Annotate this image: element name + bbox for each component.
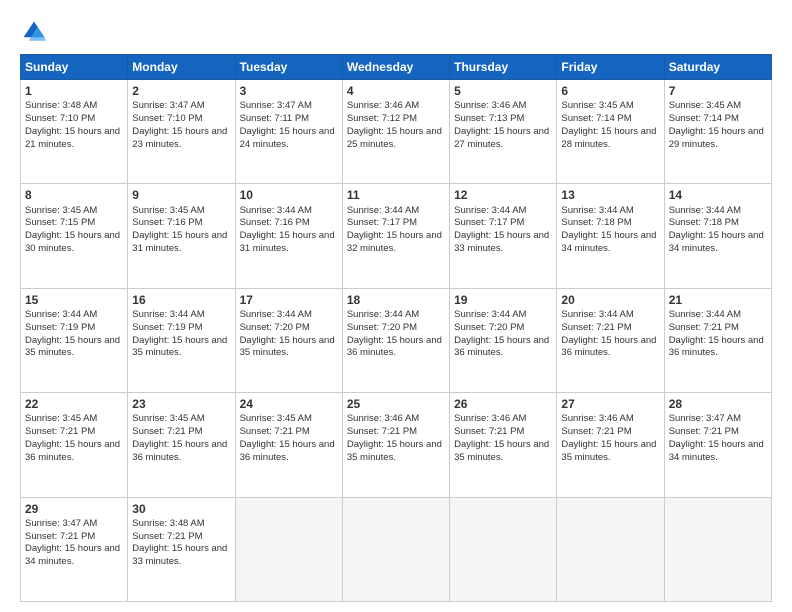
day-cell-14: 14Sunrise: 3:44 AMSunset: 7:18 PMDayligh… [664, 184, 771, 288]
empty-cell [557, 497, 664, 601]
page: SundayMondayTuesdayWednesdayThursdayFrid… [0, 0, 792, 612]
day-cell-10: 10Sunrise: 3:44 AMSunset: 7:16 PMDayligh… [235, 184, 342, 288]
day-cell-29: 29Sunrise: 3:47 AMSunset: 7:21 PMDayligh… [21, 497, 128, 601]
week-row-0: 1Sunrise: 3:48 AMSunset: 7:10 PMDaylight… [21, 80, 772, 184]
day-cell-9: 9Sunrise: 3:45 AMSunset: 7:16 PMDaylight… [128, 184, 235, 288]
empty-cell [235, 497, 342, 601]
empty-cell [664, 497, 771, 601]
day-header-thursday: Thursday [450, 55, 557, 80]
header [20, 18, 772, 46]
logo-icon [20, 18, 48, 46]
day-cell-24: 24Sunrise: 3:45 AMSunset: 7:21 PMDayligh… [235, 393, 342, 497]
day-cell-12: 12Sunrise: 3:44 AMSunset: 7:17 PMDayligh… [450, 184, 557, 288]
day-cell-26: 26Sunrise: 3:46 AMSunset: 7:21 PMDayligh… [450, 393, 557, 497]
day-cell-28: 28Sunrise: 3:47 AMSunset: 7:21 PMDayligh… [664, 393, 771, 497]
day-cell-16: 16Sunrise: 3:44 AMSunset: 7:19 PMDayligh… [128, 288, 235, 392]
day-cell-21: 21Sunrise: 3:44 AMSunset: 7:21 PMDayligh… [664, 288, 771, 392]
day-cell-23: 23Sunrise: 3:45 AMSunset: 7:21 PMDayligh… [128, 393, 235, 497]
week-row-4: 29Sunrise: 3:47 AMSunset: 7:21 PMDayligh… [21, 497, 772, 601]
day-cell-2: 2Sunrise: 3:47 AMSunset: 7:10 PMDaylight… [128, 80, 235, 184]
day-cell-3: 3Sunrise: 3:47 AMSunset: 7:11 PMDaylight… [235, 80, 342, 184]
day-header-friday: Friday [557, 55, 664, 80]
day-cell-11: 11Sunrise: 3:44 AMSunset: 7:17 PMDayligh… [342, 184, 449, 288]
week-row-1: 8Sunrise: 3:45 AMSunset: 7:15 PMDaylight… [21, 184, 772, 288]
day-cell-20: 20Sunrise: 3:44 AMSunset: 7:21 PMDayligh… [557, 288, 664, 392]
day-cell-15: 15Sunrise: 3:44 AMSunset: 7:19 PMDayligh… [21, 288, 128, 392]
day-header-tuesday: Tuesday [235, 55, 342, 80]
day-cell-30: 30Sunrise: 3:48 AMSunset: 7:21 PMDayligh… [128, 497, 235, 601]
day-cell-18: 18Sunrise: 3:44 AMSunset: 7:20 PMDayligh… [342, 288, 449, 392]
day-header-saturday: Saturday [664, 55, 771, 80]
day-header-monday: Monday [128, 55, 235, 80]
day-cell-1: 1Sunrise: 3:48 AMSunset: 7:10 PMDaylight… [21, 80, 128, 184]
day-cell-7: 7Sunrise: 3:45 AMSunset: 7:14 PMDaylight… [664, 80, 771, 184]
day-cell-8: 8Sunrise: 3:45 AMSunset: 7:15 PMDaylight… [21, 184, 128, 288]
day-cell-5: 5Sunrise: 3:46 AMSunset: 7:13 PMDaylight… [450, 80, 557, 184]
empty-cell [450, 497, 557, 601]
day-cell-19: 19Sunrise: 3:44 AMSunset: 7:20 PMDayligh… [450, 288, 557, 392]
week-row-3: 22Sunrise: 3:45 AMSunset: 7:21 PMDayligh… [21, 393, 772, 497]
day-cell-17: 17Sunrise: 3:44 AMSunset: 7:20 PMDayligh… [235, 288, 342, 392]
day-cell-25: 25Sunrise: 3:46 AMSunset: 7:21 PMDayligh… [342, 393, 449, 497]
week-row-2: 15Sunrise: 3:44 AMSunset: 7:19 PMDayligh… [21, 288, 772, 392]
calendar-header-row: SundayMondayTuesdayWednesdayThursdayFrid… [21, 55, 772, 80]
day-cell-6: 6Sunrise: 3:45 AMSunset: 7:14 PMDaylight… [557, 80, 664, 184]
day-cell-13: 13Sunrise: 3:44 AMSunset: 7:18 PMDayligh… [557, 184, 664, 288]
empty-cell [342, 497, 449, 601]
day-cell-4: 4Sunrise: 3:46 AMSunset: 7:12 PMDaylight… [342, 80, 449, 184]
logo [20, 18, 52, 46]
calendar: SundayMondayTuesdayWednesdayThursdayFrid… [20, 54, 772, 602]
day-cell-27: 27Sunrise: 3:46 AMSunset: 7:21 PMDayligh… [557, 393, 664, 497]
calendar-body: 1Sunrise: 3:48 AMSunset: 7:10 PMDaylight… [21, 80, 772, 602]
day-header-wednesday: Wednesday [342, 55, 449, 80]
day-cell-22: 22Sunrise: 3:45 AMSunset: 7:21 PMDayligh… [21, 393, 128, 497]
day-header-sunday: Sunday [21, 55, 128, 80]
